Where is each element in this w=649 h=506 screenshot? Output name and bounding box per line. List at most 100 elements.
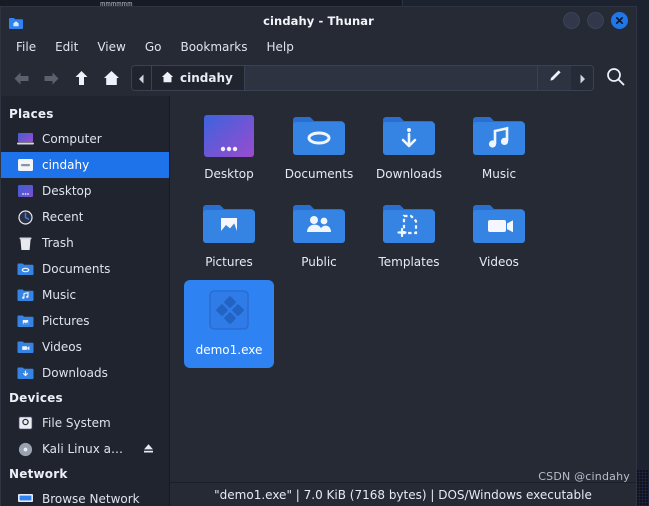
home-icon: [103, 70, 120, 86]
pencil-icon: [547, 69, 562, 88]
path-input-area[interactable]: [245, 66, 537, 90]
pictures-folder-icon: [17, 314, 34, 329]
file-item-demo1-exe[interactable]: demo1.exe: [184, 280, 274, 368]
file-item-public[interactable]: Public: [274, 192, 364, 280]
videos-folder-icon: [17, 340, 34, 355]
trash-icon: [17, 236, 34, 251]
sidebar-item-label: Computer: [42, 132, 102, 146]
file-item-label: Public: [299, 255, 339, 269]
file-item-templates[interactable]: Templates: [364, 192, 454, 280]
menu-edit[interactable]: Edit: [47, 38, 86, 56]
sidebar-item-videos[interactable]: Videos: [1, 334, 169, 360]
sidebar-item-browse-network[interactable]: Browse Network: [1, 486, 169, 506]
thunar-window: cindahy - Thunar File Edit View Go Bookm…: [0, 6, 637, 506]
sidebar: Places Computer: [1, 96, 170, 506]
file-grid[interactable]: Desktop Documents: [170, 96, 636, 482]
toolbar: cindahy: [1, 60, 636, 96]
path-edit-button[interactable]: [537, 66, 571, 90]
status-text: "demo1.exe" | 7.0 KiB (7168 bytes) | DOS…: [214, 488, 592, 502]
pictures-folder-icon: [201, 198, 257, 250]
back-icon: [13, 71, 30, 86]
sidebar-item-label: Videos: [42, 340, 82, 354]
status-bar: CSDN @cindahy "demo1.exe" | 7.0 KiB (716…: [170, 482, 636, 506]
maximize-button[interactable]: [587, 12, 604, 29]
forward-button[interactable]: [37, 64, 65, 92]
watermark-label: CSDN @cindahy: [538, 470, 630, 483]
file-item-label: Videos: [477, 255, 521, 269]
sidebar-item-computer[interactable]: Computer: [1, 126, 169, 152]
documents-folder-icon: [17, 262, 34, 277]
menu-help[interactable]: Help: [259, 38, 302, 56]
sidebar-item-label: Desktop: [42, 184, 92, 198]
file-item-label: Music: [480, 167, 518, 181]
search-button[interactable]: [600, 64, 630, 92]
menu-view[interactable]: View: [89, 38, 133, 56]
sidebar-item-label: Browse Network: [42, 492, 140, 506]
file-item-desktop[interactable]: Desktop: [184, 104, 274, 192]
chevron-left-icon: [138, 69, 145, 88]
home-icon: [161, 71, 174, 86]
window-body: Places Computer: [1, 96, 636, 506]
path-scroll-left-button[interactable]: [132, 66, 152, 90]
sidebar-section-network: Network: [1, 462, 169, 486]
file-item-pictures[interactable]: Pictures: [184, 192, 274, 280]
file-item-label: Templates: [376, 255, 441, 269]
sidebar-item-kali-linux[interactable]: Kali Linux a…: [1, 436, 169, 462]
window-controls: [563, 12, 628, 29]
file-item-documents[interactable]: Documents: [274, 104, 364, 192]
sidebar-item-label: Documents: [42, 262, 110, 276]
sidebar-item-label: Pictures: [42, 314, 90, 328]
harddisk-icon: [17, 416, 34, 431]
documents-folder-icon: [291, 110, 347, 162]
public-folder-icon: [291, 198, 347, 250]
path-bar[interactable]: cindahy: [131, 65, 594, 91]
up-icon: [74, 70, 89, 87]
clock-icon: [17, 210, 34, 225]
sidebar-item-pictures[interactable]: Pictures: [1, 308, 169, 334]
eject-icon[interactable]: [142, 442, 155, 458]
close-button[interactable]: [611, 12, 628, 29]
menu-bookmarks[interactable]: Bookmarks: [172, 38, 255, 56]
sidebar-item-downloads[interactable]: Downloads: [1, 360, 169, 386]
search-icon: [606, 67, 625, 90]
menu-go[interactable]: Go: [137, 38, 170, 56]
templates-folder-icon: [381, 198, 437, 250]
file-item-label: Pictures: [203, 255, 255, 269]
sidebar-item-label: Music: [42, 288, 76, 302]
computer-icon: [17, 132, 34, 147]
sidebar-item-music[interactable]: Music: [1, 282, 169, 308]
sidebar-item-label: Trash: [42, 236, 74, 250]
forward-icon: [43, 71, 60, 86]
music-folder-icon: [17, 288, 34, 303]
music-folder-icon: [471, 110, 527, 162]
videos-folder-icon: [471, 198, 527, 250]
breadcrumb-label: cindahy: [180, 71, 233, 85]
sidebar-item-label: File System: [42, 416, 111, 430]
file-item-downloads[interactable]: Downloads: [364, 104, 454, 192]
sidebar-item-documents[interactable]: Documents: [1, 256, 169, 282]
disc-icon: [17, 442, 34, 457]
downloads-folder-icon: [381, 110, 437, 162]
content-area: Desktop Documents: [170, 96, 636, 506]
sidebar-section-places: Places: [1, 102, 169, 126]
up-button[interactable]: [67, 64, 95, 92]
breadcrumb-cindahy[interactable]: cindahy: [152, 66, 245, 90]
sidebar-item-trash[interactable]: Trash: [1, 230, 169, 256]
file-item-music[interactable]: Music: [454, 104, 544, 192]
sidebar-item-cindahy[interactable]: cindahy: [1, 152, 169, 178]
sidebar-item-label: Kali Linux a…: [42, 442, 123, 456]
sidebar-item-desktop[interactable]: Desktop: [1, 178, 169, 204]
downloads-folder-icon: [17, 366, 34, 381]
path-scroll-right-button[interactable]: [571, 66, 593, 90]
menu-file[interactable]: File: [8, 38, 44, 56]
back-button[interactable]: [7, 64, 35, 92]
desktop-icon: [201, 110, 257, 162]
home-button[interactable]: [97, 64, 125, 92]
home-folder-icon: [9, 14, 23, 26]
minimize-button[interactable]: [563, 12, 580, 29]
sidebar-item-recent[interactable]: Recent: [1, 204, 169, 230]
file-item-videos[interactable]: Videos: [454, 192, 544, 280]
sidebar-section-devices: Devices: [1, 386, 169, 410]
sidebar-item-file-system[interactable]: File System: [1, 410, 169, 436]
menu-bar: File Edit View Go Bookmarks Help: [1, 34, 636, 60]
